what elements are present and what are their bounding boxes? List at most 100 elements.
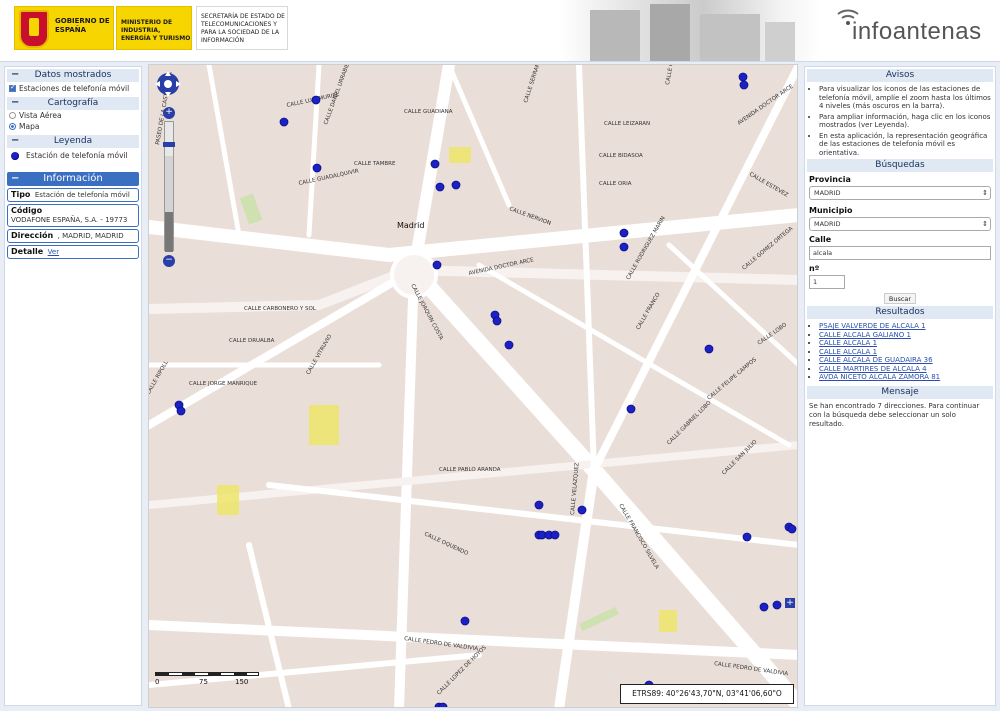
street-label: CALLE DRUALBA	[229, 338, 275, 344]
leyenda-section-header[interactable]: − Leyenda	[7, 135, 139, 148]
antenna-icon[interactable]	[460, 616, 470, 626]
direccion-label: Dirección	[11, 231, 54, 240]
header: GOBIERNO DE ESPAÑA MINISTERIO DE INDUSTR…	[0, 0, 1000, 62]
datos-title: Datos mostrados	[34, 70, 112, 80]
municipio-select[interactable]: MADRID	[809, 217, 991, 231]
buscar-button[interactable]: Buscar	[884, 293, 916, 304]
plus-icon[interactable]: +	[785, 598, 795, 608]
antenna-icon	[11, 151, 19, 160]
scale-bar: 0 75 150	[155, 672, 263, 688]
resultado-link[interactable]: CALLE ALCALA GALIANO 1	[819, 331, 911, 339]
antenna-icon[interactable]	[435, 182, 445, 192]
antenna-icon[interactable]	[626, 404, 636, 414]
antenna-icon[interactable]	[311, 95, 321, 105]
antenna-icon[interactable]	[534, 500, 544, 510]
antenna-icon[interactable]	[577, 505, 587, 515]
antenna-icon[interactable]	[787, 524, 797, 534]
aviso-item: Para ampliar información, haga clic en l…	[819, 113, 993, 130]
mapa-row[interactable]: Mapa	[5, 121, 141, 133]
municipio-label: Municipio	[809, 206, 853, 215]
estaciones-label: Estaciones de telefonía móvil	[19, 84, 130, 93]
codigo-value: VODAFONE ESPAÑA, S.A. - 19773	[11, 216, 128, 224]
busquedas-header: Búsquedas	[807, 159, 993, 172]
secretaria-text: SECRETARÍA DE ESTADO DE TELECOMUNICACION…	[201, 13, 285, 44]
city-label: Madrid	[397, 221, 424, 230]
tipo-value: Estación de telefonía móvil	[34, 191, 130, 199]
antenna-icon[interactable]	[176, 406, 186, 416]
street-label: CALLE JORGE MANRIQUE	[189, 381, 258, 387]
calle-label: Calle	[809, 235, 832, 244]
collapse-icon[interactable]: −	[11, 135, 19, 146]
antenna-icon[interactable]	[759, 602, 769, 612]
info-tipo: Tipo Estación de telefonía móvil	[7, 188, 139, 202]
street-label: CALLE VITRUVIO	[306, 333, 334, 376]
antenna-icon[interactable]	[451, 180, 461, 190]
mensaje-text: Se han encontrado 7 direcciones. Para co…	[809, 401, 980, 428]
collapse-icon[interactable]: −	[11, 97, 19, 108]
street-label: CALLE SERRANO	[523, 65, 543, 104]
antenna-icon[interactable]	[430, 159, 440, 169]
scale-label-150: 150	[235, 678, 249, 686]
numero-input[interactable]: 1	[809, 275, 845, 289]
provincia-label: Provincia	[809, 175, 851, 184]
cartografia-section-header[interactable]: − Cartografía	[7, 97, 139, 110]
provincia-select[interactable]: MADRID	[809, 186, 991, 200]
estaciones-checkbox[interactable]	[9, 83, 16, 92]
collapse-icon[interactable]: −	[11, 69, 19, 80]
antenna-icon[interactable]	[772, 600, 782, 610]
street-label: CALLE LEIZARAN	[604, 121, 650, 127]
antenna-icon[interactable]	[742, 532, 752, 542]
resultados-header: Resultados	[807, 306, 993, 319]
antenna-icon[interactable]	[279, 117, 289, 127]
antenna-icon[interactable]	[432, 260, 442, 270]
antenna-icon[interactable]	[504, 340, 514, 350]
antenna-icon[interactable]	[704, 344, 714, 354]
vista-aerea-row[interactable]: Vista Aérea	[5, 110, 141, 121]
zoom-out-icon[interactable]: −	[163, 255, 175, 267]
antenna-icon[interactable]	[619, 228, 629, 238]
informacion-header[interactable]: − Información	[7, 172, 139, 186]
left-panel: − Datos mostrados Estaciones de telefoní…	[4, 66, 142, 706]
resultado-link[interactable]: CALLE ALCALA 1	[819, 348, 877, 356]
street-label: CALLE LOPEZ DE HOYOS	[436, 644, 488, 696]
street-label: CALLE FRANCO	[636, 291, 662, 331]
map-view[interactable]: CALLE LUIS MURIEL CALLE DANIEL URRABIETA C…	[148, 64, 798, 708]
vista-aerea-radio[interactable]	[9, 112, 16, 119]
zoom-control[interactable]: + −	[153, 69, 183, 269]
antenna-icon[interactable]	[550, 530, 560, 540]
direccion-value: , MADRID, MADRID	[57, 232, 124, 240]
street-label: CALLE PEDRO DE VALDIVIA	[714, 661, 789, 677]
resultado-link[interactable]: CALLE MARTIRES DE ALCALA 4	[819, 365, 927, 373]
detalle-link[interactable]: Ver	[48, 248, 59, 256]
gobierno-text: GOBIERNO DE ESPAÑA	[55, 17, 110, 34]
street-label: CALLE BIDASOA	[599, 153, 643, 159]
antenna-icon[interactable]	[738, 72, 748, 82]
tipo-label: Tipo	[11, 190, 31, 199]
info-detalle: Detalle Ver	[7, 245, 139, 259]
street-label: CALLE GABRIEL LOBO	[666, 399, 713, 446]
antenna-icon[interactable]	[438, 702, 448, 708]
datos-section-header[interactable]: − Datos mostrados	[7, 69, 139, 82]
cartografia-title: Cartografía	[47, 98, 99, 108]
avisos-list: Para visualizar los iconos de las estaci…	[819, 85, 993, 157]
resultado-link[interactable]: CALLE ALCALA 1	[819, 339, 877, 347]
zoom-handle[interactable]	[163, 142, 175, 147]
antenna-icon[interactable]	[492, 316, 502, 326]
calle-input[interactable]: alcala	[809, 246, 991, 260]
resultado-link[interactable]: CALLE ALCALA DE GUADAIRA 36	[819, 356, 933, 364]
resultado-link[interactable]: PSAJE VALVERDE DE ALCALA 1	[819, 322, 926, 330]
datos-row[interactable]: Estaciones de telefonía móvil	[5, 82, 141, 95]
mapa-radio[interactable]	[9, 123, 16, 130]
infoantenas-logo: infoantenas	[836, 4, 986, 56]
collapse-icon[interactable]: −	[11, 172, 19, 186]
map-canvas[interactable]: CALLE LUIS MURIELCALLE DANIEL URRABIETA C…	[149, 65, 798, 708]
pan-icon[interactable]	[153, 69, 183, 99]
street-label: CALLE TAMBRE	[354, 161, 396, 167]
info-codigo: Código VODAFONE ESPAÑA, S.A. - 19773	[7, 204, 139, 227]
antenna-icon[interactable]	[312, 163, 322, 173]
antenna-icon[interactable]	[739, 80, 749, 90]
zoom-in-icon[interactable]: +	[163, 107, 175, 119]
antenna-icon[interactable]	[619, 242, 629, 252]
resultado-link[interactable]: AVDA NICETO ALCALA ZAMORA 81	[819, 373, 940, 381]
zoom-slider[interactable]	[163, 121, 175, 252]
